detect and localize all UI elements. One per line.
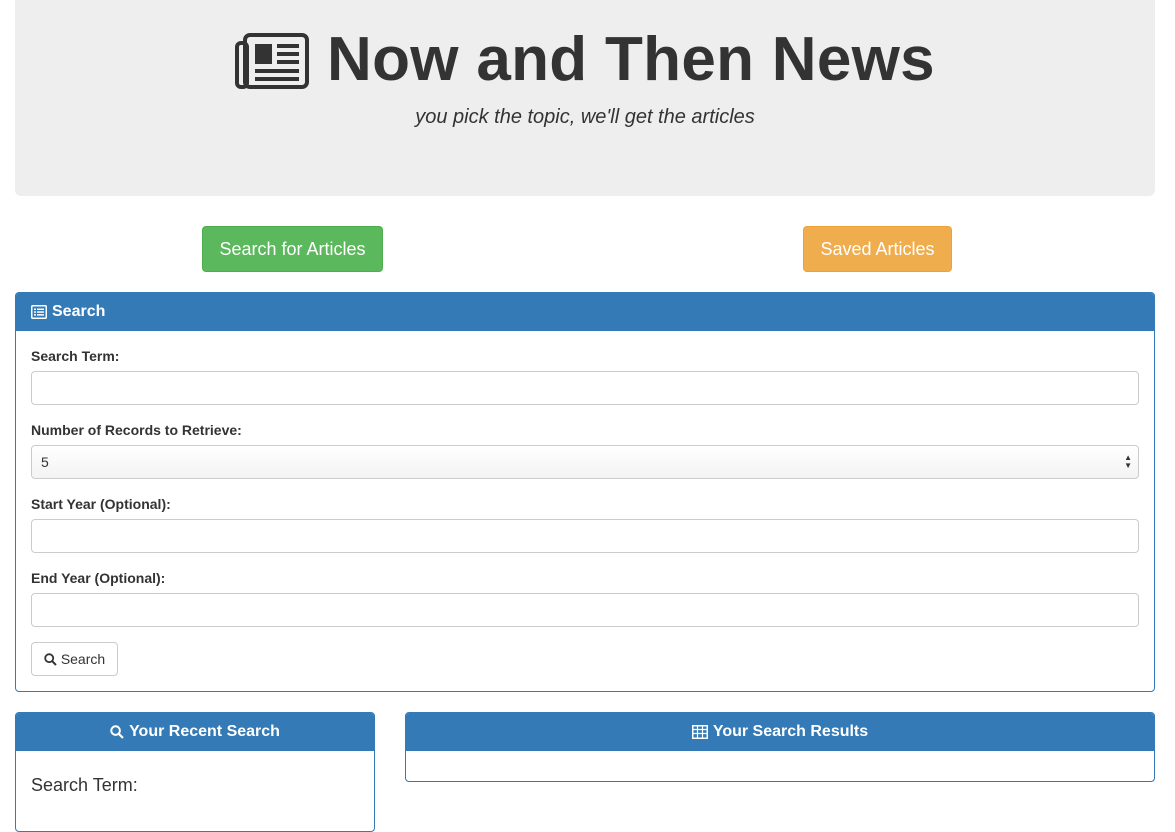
search-panel: Search Search Term: Number of Records to… xyxy=(15,292,1155,692)
search-term-input[interactable] xyxy=(31,371,1139,405)
end-year-label: End Year (Optional): xyxy=(31,570,166,586)
recent-search-heading: Your Recent Search xyxy=(16,713,374,751)
records-select[interactable]: 5 ▲ ▼ xyxy=(31,445,1139,479)
search-icon xyxy=(44,652,57,666)
recent-search-title: Your Recent Search xyxy=(129,723,280,740)
search-icon xyxy=(110,725,124,739)
search-button-label: Search xyxy=(60,651,106,667)
select-arrows-icon: ▲ ▼ xyxy=(1124,453,1132,470)
page-subtitle: you pick the topic, we'll get the articl… xyxy=(415,106,755,128)
recent-search-term-label: Search Term: xyxy=(31,775,138,795)
search-term-label: Search Term: xyxy=(31,348,120,364)
saved-articles-button[interactable]: Saved Articles xyxy=(803,226,952,272)
search-results-title: Your Search Results xyxy=(712,723,869,740)
newspaper-icon xyxy=(235,33,310,89)
search-for-articles-button[interactable]: Search for Articles xyxy=(202,226,383,272)
search-panel-heading: Search xyxy=(16,293,1154,331)
search-button[interactable]: Search xyxy=(31,642,118,676)
jumbotron-header: Now and Then News you pick the topic, we… xyxy=(15,0,1155,196)
search-results-panel: Your Search Results xyxy=(405,712,1155,782)
page-title: Now and Then News xyxy=(327,25,935,94)
records-label: Number of Records to Retrieve: xyxy=(31,422,242,438)
start-year-label: Start Year (Optional): xyxy=(31,496,171,512)
title-row: Now and Then News xyxy=(15,24,1155,96)
table-icon xyxy=(691,725,708,739)
recent-search-panel: Your Recent Search Search Term: xyxy=(15,712,375,832)
end-year-input[interactable] xyxy=(31,593,1139,627)
list-alt-icon xyxy=(31,305,47,319)
records-selected-value: 5 xyxy=(41,454,49,470)
start-year-input[interactable] xyxy=(31,519,1139,553)
search-results-heading: Your Search Results xyxy=(406,713,1154,751)
search-panel-title: Search xyxy=(52,303,106,320)
